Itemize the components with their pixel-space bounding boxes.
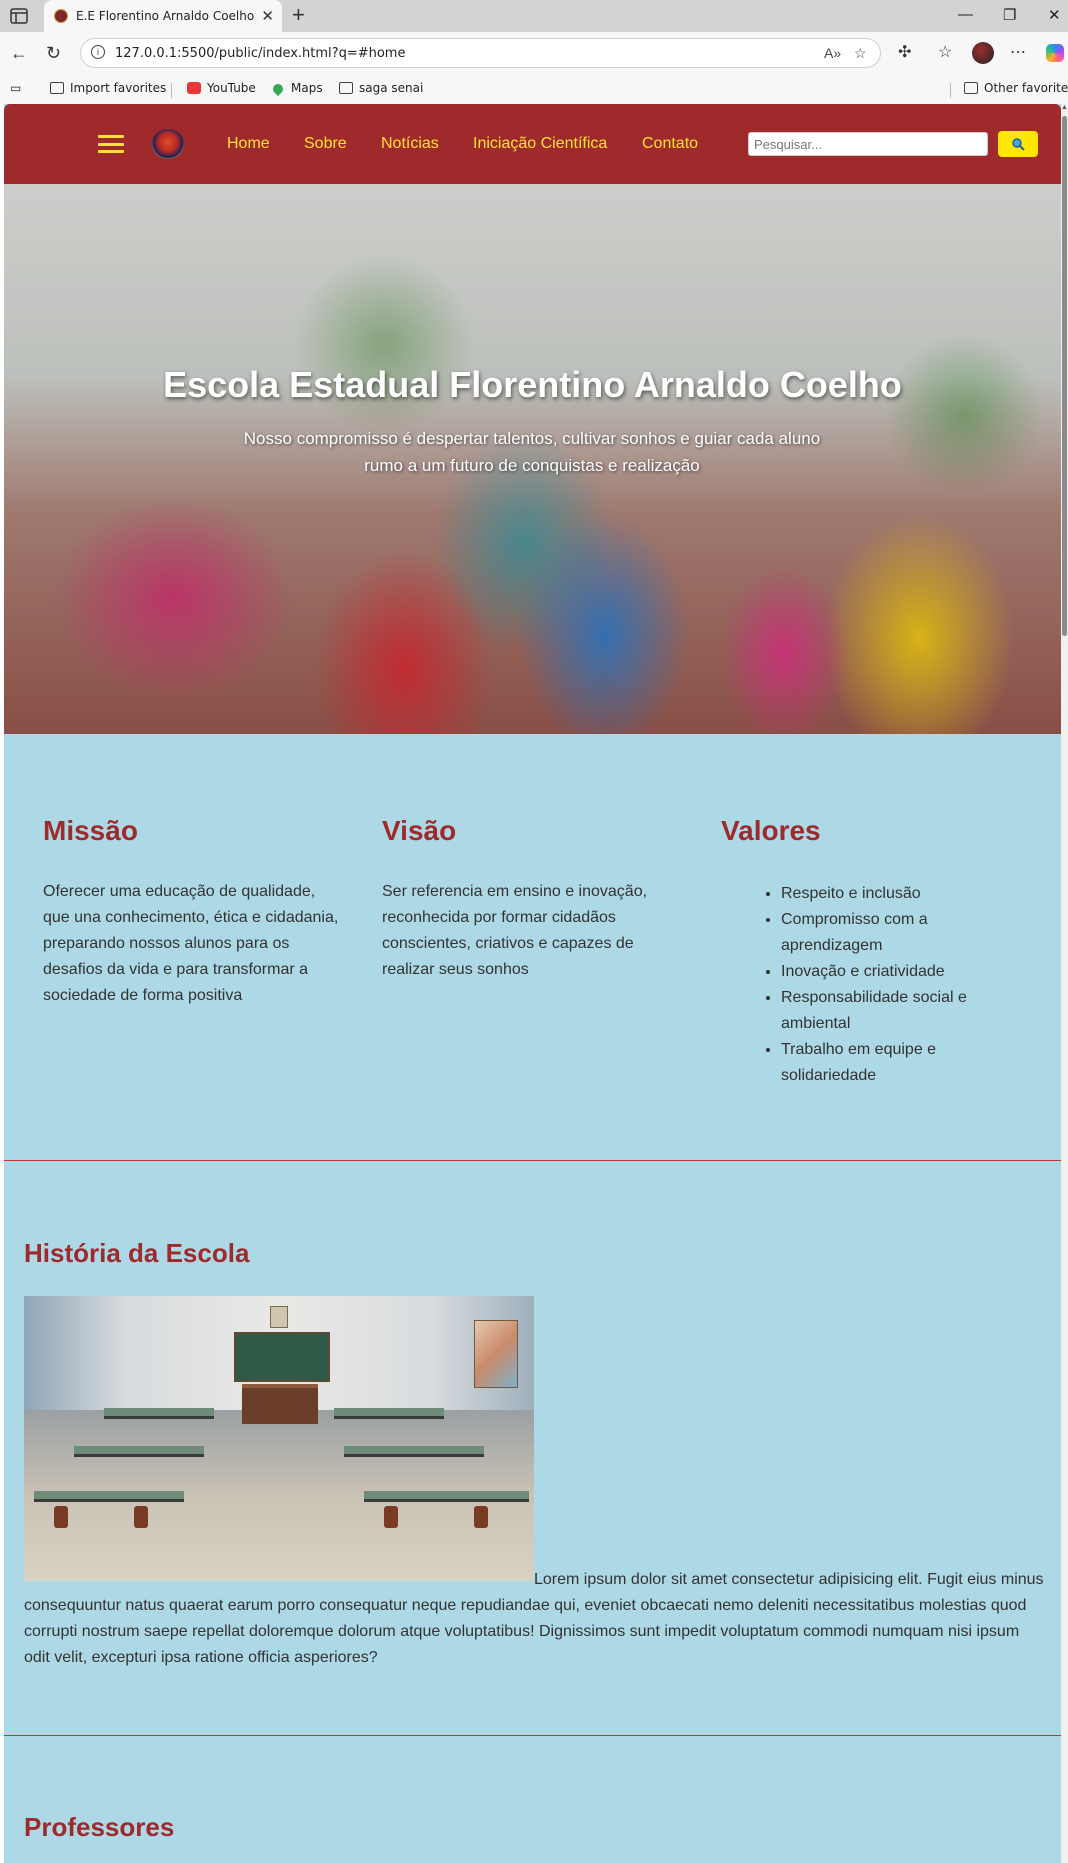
professores-title: Professores bbox=[24, 1812, 175, 1842]
classroom-frame bbox=[270, 1306, 288, 1328]
scrollbar-thumb[interactable] bbox=[1062, 116, 1067, 636]
folder-icon bbox=[339, 82, 353, 94]
section-divider bbox=[4, 1735, 1061, 1736]
bookmark-saga-senai[interactable]: saga senai bbox=[339, 81, 423, 95]
valores-title: Valores bbox=[721, 815, 821, 846]
back-arrow-icon[interactable]: ← bbox=[10, 43, 28, 63]
url-text[interactable]: 127.0.0.1:5500/public/index.html?q=#home bbox=[115, 46, 405, 61]
search-button[interactable] bbox=[998, 131, 1038, 157]
hero-banner: Escola Estadual Florentino Arnaldo Coelh… bbox=[4, 184, 1061, 734]
classroom-chalkboard bbox=[234, 1332, 330, 1382]
missao-column: Missão Oferecer uma educação de qualidad… bbox=[43, 815, 343, 1009]
bookmark-separator bbox=[950, 83, 951, 98]
favorites-icon[interactable]: ☆ bbox=[938, 44, 952, 62]
tab-actions-icon[interactable] bbox=[10, 8, 28, 24]
list-item: Trabalho em equipe e solidariedade bbox=[781, 1037, 1021, 1089]
student-desk bbox=[364, 1491, 529, 1502]
student-desk bbox=[74, 1446, 204, 1457]
teacher-desk bbox=[242, 1384, 318, 1424]
youtube-icon bbox=[187, 82, 201, 94]
copilot-icon[interactable] bbox=[1046, 44, 1064, 62]
scroll-up-arrow-icon[interactable]: ▲ bbox=[1061, 104, 1068, 111]
chair bbox=[134, 1506, 148, 1528]
visao-column: Visão Ser referencia em ensino e inovaçã… bbox=[382, 815, 682, 983]
tab-title: E.E Florentino Arnaldo Coelho bbox=[76, 9, 255, 23]
bookmark-import-favorites[interactable]: Import favorites bbox=[50, 81, 166, 95]
nav-contato[interactable]: Contato bbox=[642, 135, 698, 153]
extensions-icon[interactable]: ✣ bbox=[898, 44, 911, 62]
chair bbox=[474, 1506, 488, 1528]
favorite-star-icon[interactable]: ☆ bbox=[854, 45, 867, 62]
student-desk bbox=[334, 1408, 444, 1419]
nav-sobre[interactable]: Sobre bbox=[304, 135, 347, 153]
reading-view-icon[interactable]: ▭ bbox=[10, 81, 21, 95]
bookmark-maps[interactable]: Maps bbox=[270, 81, 323, 97]
student-desk bbox=[104, 1408, 214, 1419]
list-item: Respeito e inclusão bbox=[781, 881, 1021, 907]
address-toolbar: ← ↻ i 127.0.0.1:5500/public/index.html?q… bbox=[0, 32, 1068, 76]
hero-subtitle: Nosso compromisso é despertar talentos, … bbox=[243, 429, 821, 475]
list-item: Compromisso com a aprendizagem bbox=[781, 907, 1021, 959]
search-input[interactable] bbox=[748, 132, 988, 156]
valores-list: Respeito e inclusão Compromisso com a ap… bbox=[721, 881, 1021, 1089]
historia-text: Lorem ipsum dolor sit amet consectetur a… bbox=[24, 1571, 1044, 1666]
classroom-image bbox=[24, 1296, 534, 1581]
nav-iniciacao-cientifica[interactable]: Iniciação Científica bbox=[473, 135, 607, 153]
folder-icon bbox=[964, 82, 978, 94]
visao-text: Ser referencia em ensino e inovação, rec… bbox=[382, 883, 648, 978]
list-item: Responsabilidade social e ambiental bbox=[781, 985, 1021, 1037]
read-aloud-icon[interactable]: A» bbox=[824, 45, 841, 61]
chair bbox=[384, 1506, 398, 1528]
student-desk bbox=[34, 1491, 184, 1502]
hero-title: Escola Estadual Florentino Arnaldo Coelh… bbox=[163, 364, 902, 405]
list-item: Inovação e criatividade bbox=[781, 959, 1021, 985]
new-tab-icon[interactable]: + bbox=[292, 3, 305, 27]
historia-title: História da Escola bbox=[24, 1238, 250, 1268]
page-viewport: Home Sobre Notícias Iniciação Científica… bbox=[0, 104, 1068, 1863]
browser-tab-active[interactable]: E.E Florentino Arnaldo Coelho ✕ bbox=[44, 0, 282, 32]
bookmarks-bar: ▭ Import favorites YouTube Maps saga sen… bbox=[0, 76, 1068, 105]
bookmark-youtube[interactable]: YouTube bbox=[187, 81, 256, 95]
student-desk bbox=[344, 1446, 484, 1457]
search-icon bbox=[1012, 138, 1025, 151]
refresh-icon[interactable]: ↻ bbox=[46, 43, 61, 63]
hamburger-menu-icon[interactable] bbox=[98, 135, 124, 153]
bookmark-separator bbox=[171, 83, 172, 98]
site-favicon-icon bbox=[54, 9, 68, 23]
missao-title: Missão bbox=[43, 815, 138, 846]
valores-column: Valores Respeito e inclusão Compromisso … bbox=[721, 815, 1021, 1089]
browser-tab-strip: E.E Florentino Arnaldo Coelho ✕ + — ❐ ✕ bbox=[0, 0, 1068, 32]
page-body: Home Sobre Notícias Iniciação Científica… bbox=[4, 104, 1061, 1863]
classroom-map bbox=[474, 1320, 518, 1388]
maps-pin-icon bbox=[270, 81, 286, 97]
visao-title: Visão bbox=[382, 815, 457, 846]
site-info-icon[interactable]: i bbox=[91, 45, 105, 59]
restore-icon[interactable]: ❐ bbox=[1003, 6, 1016, 24]
section-divider bbox=[4, 1160, 1061, 1161]
site-header: Home Sobre Notícias Iniciação Científica… bbox=[4, 104, 1061, 184]
chair bbox=[54, 1506, 68, 1528]
other-favorites[interactable]: Other favorites bbox=[964, 81, 1068, 95]
minimize-icon[interactable]: — bbox=[958, 6, 973, 23]
nav-home[interactable]: Home bbox=[227, 135, 270, 153]
school-logo[interactable] bbox=[152, 129, 184, 159]
more-menu-icon[interactable]: ⋯ bbox=[1010, 44, 1026, 62]
close-window-icon[interactable]: ✕ bbox=[1048, 6, 1061, 24]
address-bar[interactable]: i 127.0.0.1:5500/public/index.html?q=#ho… bbox=[80, 38, 881, 68]
close-tab-icon[interactable]: ✕ bbox=[261, 7, 274, 25]
nav-noticias[interactable]: Notícias bbox=[381, 135, 439, 153]
folder-icon bbox=[50, 82, 64, 94]
profile-avatar[interactable] bbox=[972, 42, 994, 64]
missao-text: Oferecer uma educação de qualidade, que … bbox=[43, 883, 339, 1004]
